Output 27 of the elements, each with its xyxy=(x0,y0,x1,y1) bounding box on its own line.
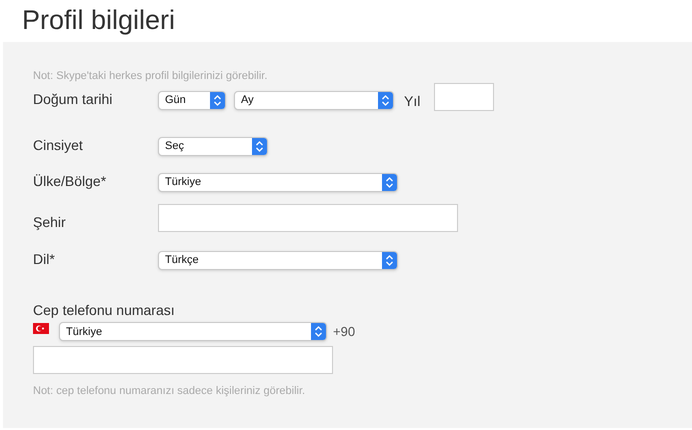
page-title: Profil bilgileri xyxy=(21,4,176,37)
city-input[interactable] xyxy=(158,204,458,232)
stepper-icon xyxy=(311,323,326,340)
stepper-icon xyxy=(382,252,397,269)
field-label: Doğum tarihi xyxy=(33,90,114,109)
dropdown[interactable]: Seç xyxy=(158,137,268,156)
stepper-icon xyxy=(210,92,225,109)
country-code: +90 xyxy=(333,323,356,341)
year-input[interactable] xyxy=(434,83,494,111)
field-label: Şehir xyxy=(33,213,67,232)
dropdown[interactable]: Türkiye xyxy=(158,173,398,192)
dropdown[interactable]: Gün xyxy=(158,91,226,110)
dropdown[interactable]: Türkiye xyxy=(59,322,327,342)
note-text: Not: cep telefonu numaranızı sadece kişileriniz görebilir. xyxy=(33,384,306,398)
flag-icon xyxy=(33,323,49,334)
dropdown[interactable]: Türkçe xyxy=(158,251,398,270)
field-label: Yıl xyxy=(404,92,420,111)
dropdown[interactable]: Ay xyxy=(234,91,394,110)
stepper-icon xyxy=(252,138,267,155)
stepper-icon xyxy=(382,174,397,191)
note-text: Not: Skype'taki herkes profil bilgilerinizi görebilir. xyxy=(33,69,268,84)
stepper-icon xyxy=(378,92,393,109)
phone-input[interactable] xyxy=(33,346,333,374)
field-label: Cep telefonu numarası xyxy=(33,301,176,318)
field-label: Cinsiyet xyxy=(33,136,84,155)
field-label: Ülke/Bölge* xyxy=(33,172,108,191)
field-label: Dil* xyxy=(33,250,56,269)
